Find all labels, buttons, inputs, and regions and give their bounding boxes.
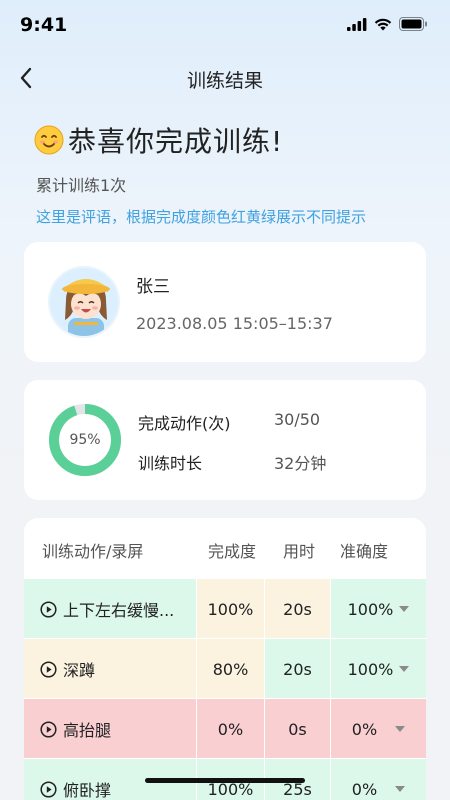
cellular-signal-icon	[347, 17, 367, 31]
congrats-text: 恭喜你完成训练!	[68, 125, 284, 158]
accuracy-cell[interactable]: 0%	[330, 759, 426, 800]
caret-down-icon[interactable]	[395, 786, 406, 792]
congrats-heading: 恭喜你完成训练!	[34, 120, 283, 160]
play-circle-icon[interactable]	[40, 600, 57, 618]
action-name: 俯卧撑	[63, 781, 112, 800]
caret-down-icon[interactable]	[399, 666, 410, 672]
header-time: 用时	[283, 542, 316, 561]
accuracy-value: 0%	[351, 779, 378, 799]
table-header: 训练动作/录屏 完成度 用时 准确度	[24, 518, 426, 578]
accuracy-value: 0%	[351, 719, 378, 739]
user-card: 张三 2023.08.05 15:05–15:37	[24, 242, 426, 362]
time-cell: 20s	[264, 639, 330, 699]
completion-cell: 0%	[196, 699, 264, 759]
table-row: 高抬腿 0% 0s 0%	[24, 698, 426, 759]
train-count: 累计训练1次	[36, 176, 127, 195]
smiling-face-emoji-icon	[34, 125, 64, 155]
accuracy-cell[interactable]: 0%	[330, 699, 426, 759]
table-row: 深蹲 80% 20s 100%	[24, 638, 426, 699]
caret-down-icon[interactable]	[395, 726, 406, 732]
play-circle-icon[interactable]	[40, 660, 57, 678]
action-name-cell[interactable]: 深蹲	[24, 639, 196, 699]
action-name: 上下左右缓慢...	[63, 601, 175, 620]
table-row: 上下左右缓慢... 100% 20s 100%	[24, 578, 426, 639]
nav-bar: 训练结果	[0, 56, 450, 102]
completion-cell: 80%	[196, 639, 264, 699]
wifi-icon	[374, 18, 392, 30]
accuracy-cell[interactable]: 100%	[330, 579, 426, 639]
header-accuracy: 准确度	[340, 542, 389, 561]
action-name: 深蹲	[63, 661, 96, 680]
accuracy-value: 100%	[347, 659, 394, 679]
avatar	[48, 266, 120, 338]
accuracy-value: 100%	[347, 599, 394, 619]
action-name-cell[interactable]: 高抬腿	[24, 699, 196, 759]
page-title: 训练结果	[186, 70, 263, 92]
status-icons	[347, 17, 428, 31]
play-circle-icon[interactable]	[40, 720, 57, 738]
completion-percent: 95%	[69, 432, 101, 448]
duration-label: 训练时长	[138, 454, 203, 473]
action-name-cell[interactable]: 上下左右缓慢...	[24, 579, 196, 639]
duration-value: 32分钟	[274, 454, 327, 473]
actions-label: 完成动作(次)	[138, 414, 231, 433]
status-bar: 9:41	[0, 0, 450, 52]
battery-icon	[399, 17, 427, 31]
stats-card: 95% 完成动作(次) 30/50 训练时长 32分钟	[24, 380, 426, 500]
action-name: 高抬腿	[63, 721, 112, 740]
completion-cell: 100%	[196, 579, 264, 639]
accuracy-cell[interactable]: 100%	[330, 639, 426, 699]
home-indicator[interactable]	[145, 778, 305, 783]
actions-value: 30/50	[274, 410, 321, 429]
status-time: 9:41	[20, 14, 68, 36]
actions-table: 训练动作/录屏 完成度 用时 准确度 上下左右缓慢... 100% 20s 10…	[24, 518, 426, 800]
header-completion: 完成度	[208, 542, 257, 561]
comment-text: 这里是评语，根据完成度颜色红黄绿展示不同提示	[36, 208, 367, 226]
header-action: 训练动作/录屏	[42, 542, 144, 561]
caret-down-icon[interactable]	[399, 606, 410, 612]
user-name: 张三	[136, 277, 170, 297]
training-time-range: 2023.08.05 15:05–15:37	[136, 314, 333, 333]
time-cell: 20s	[264, 579, 330, 639]
cartoon-girl-avatar-icon	[50, 268, 118, 336]
play-circle-icon[interactable]	[40, 780, 57, 798]
time-cell: 0s	[264, 699, 330, 759]
